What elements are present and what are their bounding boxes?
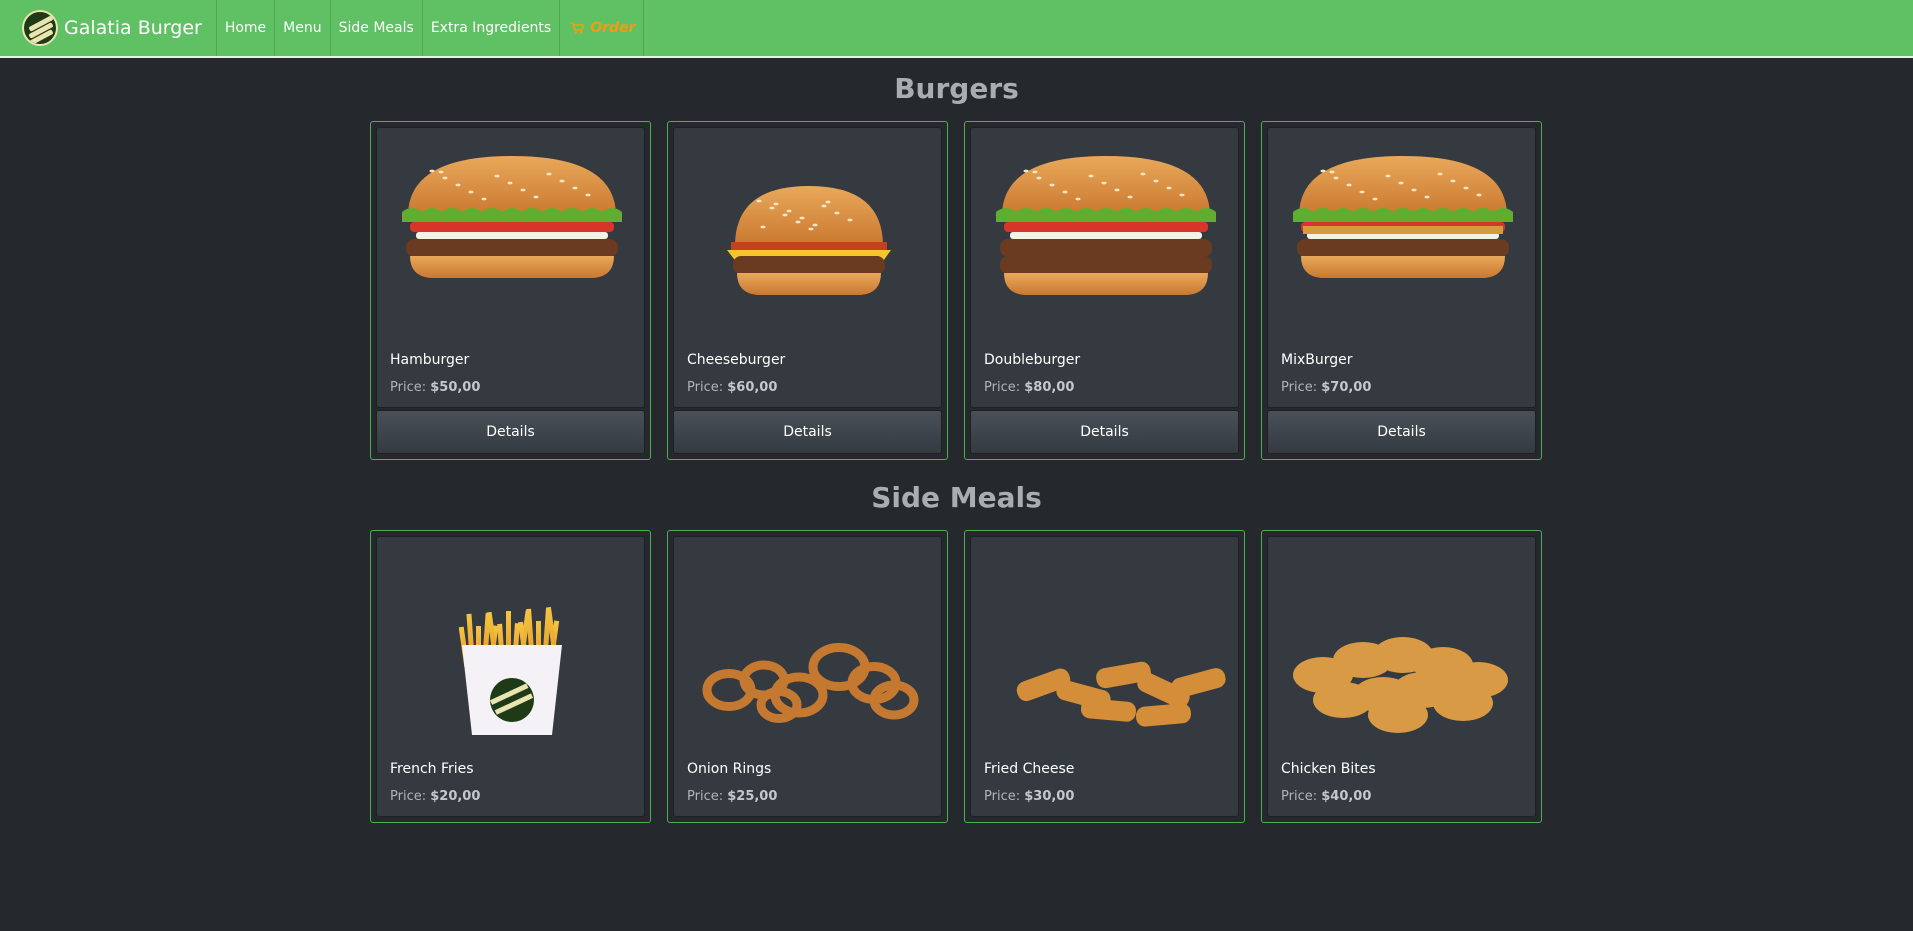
price-value: $70,00 [1321,380,1372,395]
side-meal-name: Fried Cheese [984,761,1075,777]
side-meal-card-body: Fried Cheese Price: $30,00 [970,536,1239,817]
side-meal-image [674,537,943,752]
burger-card: MixBurger Price: $70,00 Details [1261,121,1542,460]
burger-card-body: Cheeseburger Price: $60,00 [673,127,942,408]
brand-link[interactable]: Galatia Burger [0,0,217,56]
side-meal-price: Price: $40,00 [1281,789,1371,804]
side-meal-price: Price: $30,00 [984,789,1074,804]
burger-card: Hamburger Price: $50,00 Details [370,121,651,460]
side-meal-card: Chicken Bites Price: $40,00 [1261,530,1542,823]
price-value: $40,00 [1321,789,1372,804]
price-prefix: Price: [1281,789,1322,804]
price-prefix: Price: [390,380,431,395]
logo-icon [22,10,58,46]
nav-extra-ingredients[interactable]: Extra Ingredients [423,0,561,56]
burger-price: Price: $50,00 [390,380,480,395]
nav-home[interactable]: Home [217,0,276,56]
side-meal-price: Price: $20,00 [390,789,480,804]
price-value: $60,00 [727,380,778,395]
side-meal-name: Onion Rings [687,761,772,777]
burger-price: Price: $60,00 [687,380,777,395]
details-button[interactable]: Details [1267,410,1536,454]
burger-card-body: Doubleburger Price: $80,00 [970,127,1239,408]
burger-card-body: MixBurger Price: $70,00 [1267,127,1536,408]
side-meal-card-body: Onion Rings Price: $25,00 [673,536,942,817]
burger-card-body: Hamburger Price: $50,00 [376,127,645,408]
order-label: Order [590,20,636,36]
cart-icon [570,22,585,34]
burger-card: Doubleburger Price: $80,00 Details [964,121,1245,460]
side-meals-heading: Side Meals [871,481,1042,514]
side-meal-card-body: French Fries Price: $20,00 [376,536,645,817]
burger-name: Cheeseburger [687,352,786,368]
price-prefix: Price: [687,380,728,395]
burger-image [674,128,943,343]
nav-order[interactable]: Order [560,0,645,56]
burger-image [377,128,646,343]
nav-menu[interactable]: Menu [275,0,331,56]
details-button[interactable]: Details [673,410,942,454]
details-button[interactable]: Details [970,410,1239,454]
burger-image [1268,128,1537,343]
price-prefix: Price: [984,789,1025,804]
side-meal-card-body: Chicken Bites Price: $40,00 [1267,536,1536,817]
details-button[interactable]: Details [376,410,645,454]
side-meal-name: French Fries [390,761,474,777]
side-meal-card: Fried Cheese Price: $30,00 [964,530,1245,823]
side-meal-image [971,537,1240,752]
side-meal-card: Onion Rings Price: $25,00 [667,530,948,823]
price-value: $30,00 [1024,789,1075,804]
price-prefix: Price: [984,380,1025,395]
burger-name: Doubleburger [984,352,1081,368]
nav-side-meals[interactable]: Side Meals [331,0,423,56]
burger-name: MixBurger [1281,352,1353,368]
side-meal-price: Price: $25,00 [687,789,777,804]
burger-card: Cheeseburger Price: $60,00 Details [667,121,948,460]
side-meal-card: French Fries Price: $20,00 [370,530,651,823]
burger-price: Price: $70,00 [1281,380,1371,395]
price-prefix: Price: [687,789,728,804]
top-navbar: Galatia Burger Home Menu Side Meals Extr… [0,0,1913,58]
burger-image [971,128,1240,343]
side-meal-image [1268,537,1537,752]
burger-price: Price: $80,00 [984,380,1074,395]
side-meal-image [377,537,646,752]
burgers-heading: Burgers [894,72,1019,105]
price-prefix: Price: [1281,380,1322,395]
price-value: $20,00 [430,789,481,804]
side-meal-name: Chicken Bites [1281,761,1376,777]
price-value: $50,00 [430,380,481,395]
brand-name: Galatia Burger [64,17,202,39]
burger-name: Hamburger [390,352,470,368]
price-value: $25,00 [727,789,778,804]
price-prefix: Price: [390,789,431,804]
price-value: $80,00 [1024,380,1075,395]
